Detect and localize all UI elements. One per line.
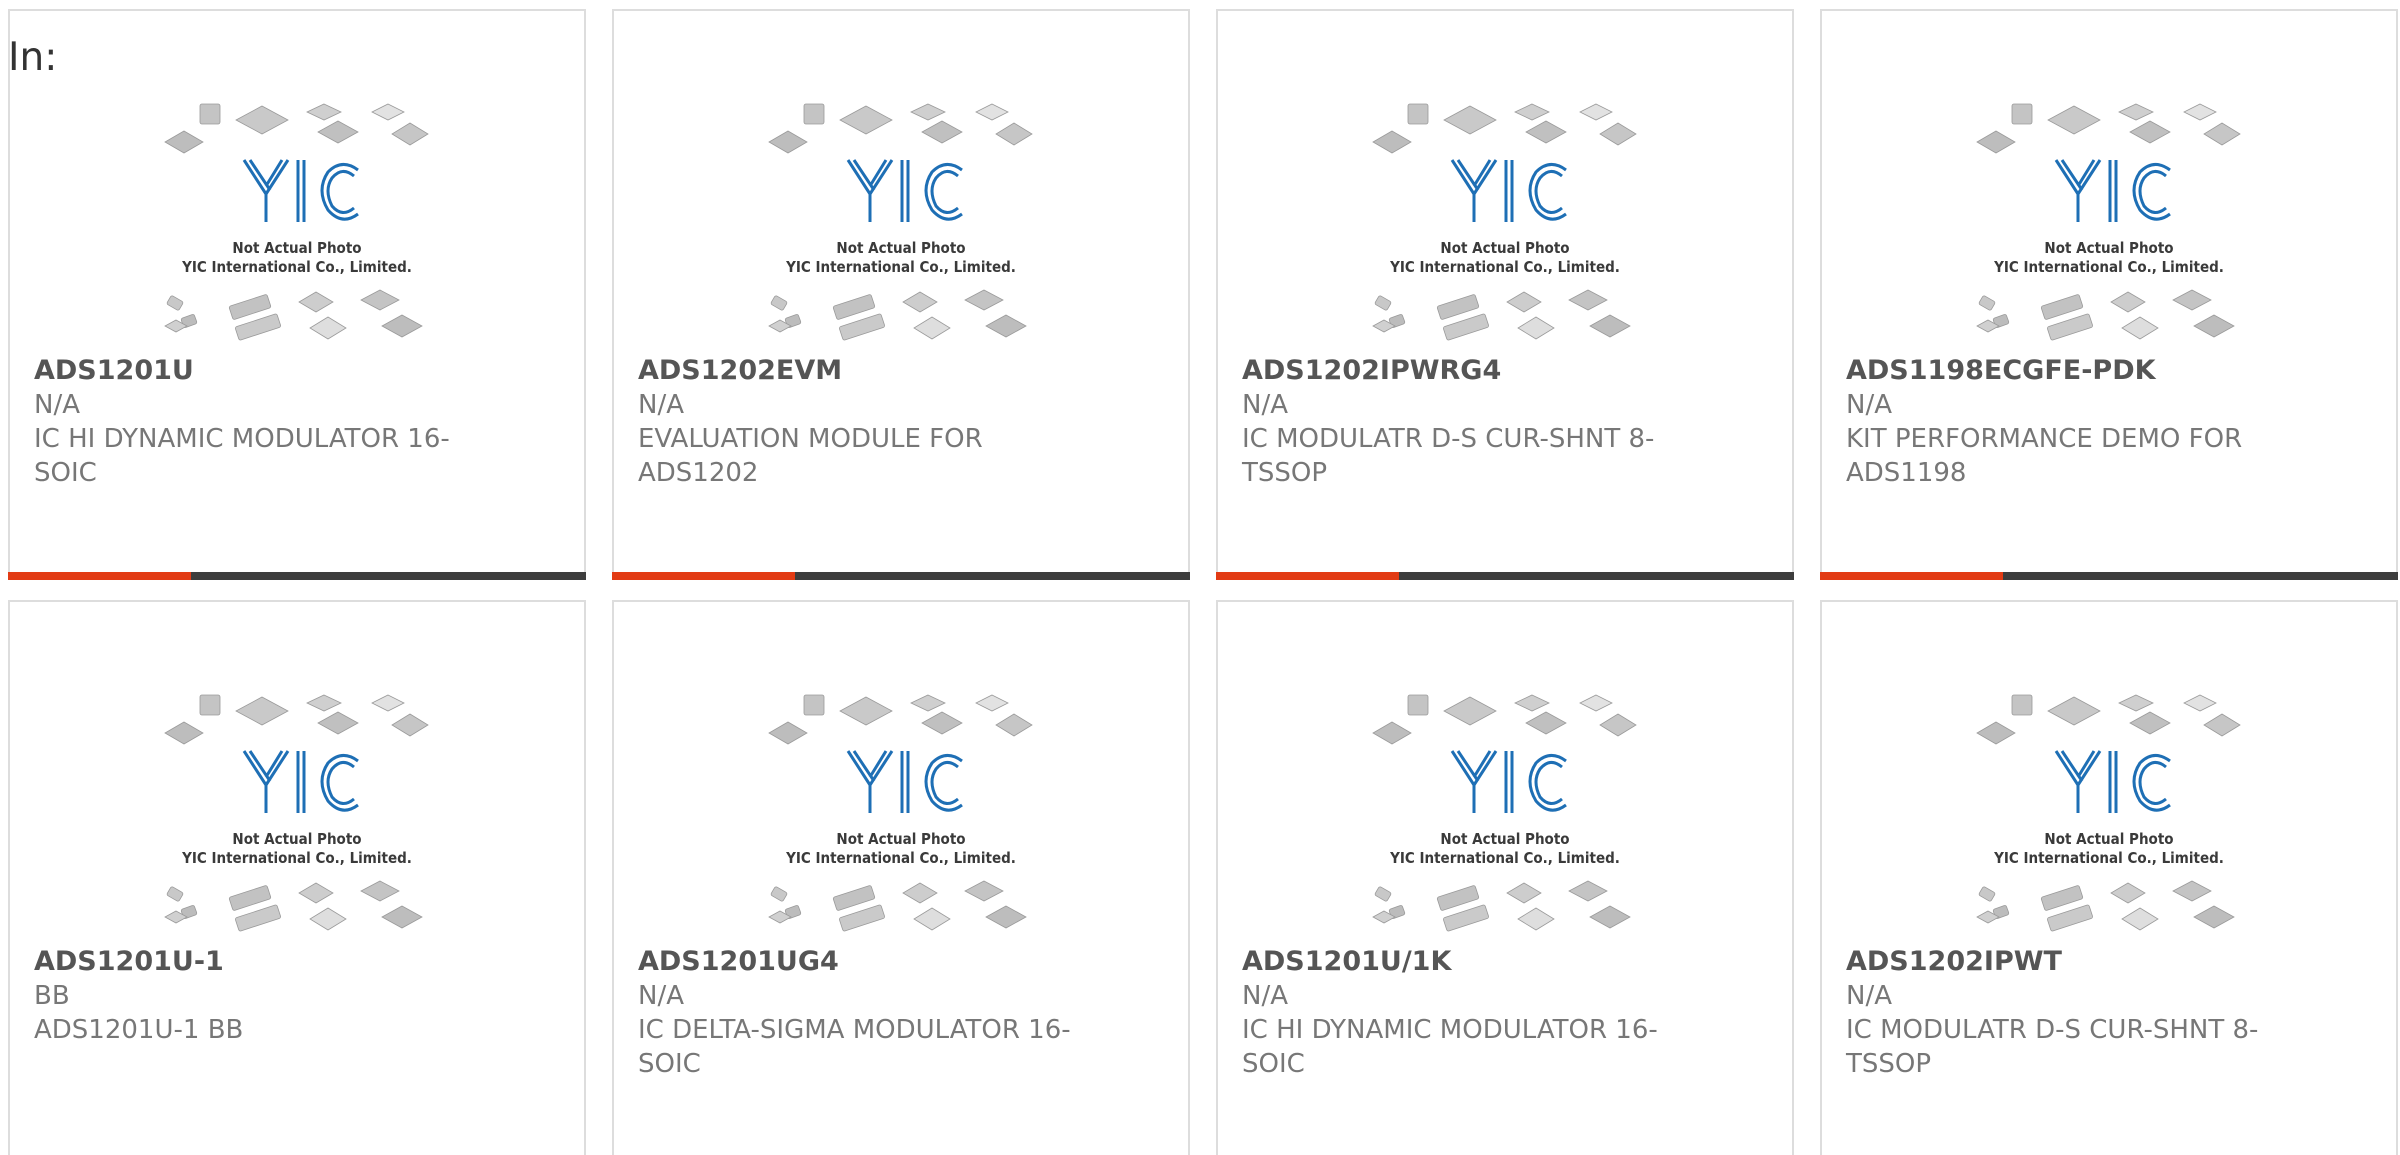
card-bottom-bar: [612, 572, 1190, 580]
chip-icons-bottom: [1372, 289, 1631, 341]
yic-logo: [846, 750, 963, 813]
chip-icons-bottom: [1976, 289, 2235, 341]
svg-text:Not Actual Photo: Not Actual Photo: [232, 830, 361, 848]
chip-icons-top: [164, 103, 429, 154]
card-accent-bar: [612, 572, 795, 580]
chip-icons-bottom: [1976, 880, 2235, 932]
product-manufacturer: N/A: [1242, 981, 1288, 1011]
product-card[interactable]: Not Actual Photo YIC International Co., …: [612, 9, 1190, 580]
product-description: EVALUATION MODULE FOR ADS1202: [638, 424, 983, 488]
yic-logo: [242, 159, 359, 222]
svg-text:Not Actual Photo: Not Actual Photo: [232, 239, 361, 257]
yic-logo: [242, 750, 359, 813]
chip-icons-top: [1372, 103, 1637, 154]
product-placeholder-image: Not Actual Photo YIC International Co., …: [768, 103, 1033, 341]
product-manufacturer: N/A: [638, 390, 684, 420]
filter-in-label: In:: [8, 35, 58, 80]
card-accent-bar: [8, 572, 191, 580]
svg-text:YIC International Co., Limited: YIC International Co., Limited.: [785, 849, 1016, 867]
chip-icons-top: [1976, 694, 2241, 745]
svg-text:Not Actual Photo: Not Actual Photo: [1440, 830, 1569, 848]
card-accent-bar: [1216, 572, 1399, 580]
product-manufacturer: BB: [34, 981, 70, 1011]
chip-icons-bottom: [164, 880, 423, 932]
product-placeholder-image: Not Actual Photo YIC International Co., …: [164, 694, 429, 932]
chip-icons-top: [164, 694, 429, 745]
product-card[interactable]: Not Actual Photo YIC International Co., …: [1216, 9, 1794, 580]
yic-logo: [846, 159, 963, 222]
chip-icons-top: [768, 694, 1033, 745]
svg-text:YIC International Co., Limited: YIC International Co., Limited.: [1389, 258, 1620, 276]
chip-icons-top: [1976, 103, 2241, 154]
card-bottom-bar: [8, 572, 586, 580]
svg-text:YIC International Co., Limited: YIC International Co., Limited.: [1993, 849, 2224, 867]
product-placeholder-image: Not Actual Photo YIC International Co., …: [164, 103, 429, 341]
product-description: ADS1201U-1 BB: [34, 1015, 244, 1045]
product-part-number[interactable]: ADS1201U/1K: [1242, 945, 1682, 979]
product-description: KIT PERFORMANCE DEMO FOR ADS1198: [1846, 424, 2243, 488]
chip-icons-top: [1372, 694, 1637, 745]
svg-text:Not Actual Photo: Not Actual Photo: [2044, 830, 2173, 848]
product-description: IC HI DYNAMIC MODULATOR 16-SOIC: [1242, 1015, 1658, 1079]
product-part-number[interactable]: ADS1201U-1: [34, 945, 474, 979]
svg-text:Not Actual Photo: Not Actual Photo: [2044, 239, 2173, 257]
product-part-number[interactable]: ADS1202IPWT: [1846, 945, 2286, 979]
product-card[interactable]: Not Actual Photo YIC International Co., …: [8, 600, 586, 1155]
product-part-number[interactable]: ADS1202EVM: [638, 354, 1078, 388]
product-part-number[interactable]: ADS1198ECGFE-PDK: [1846, 354, 2286, 388]
yic-logo: [1450, 750, 1567, 813]
product-placeholder-image: Not Actual Photo YIC International Co., …: [1372, 694, 1637, 932]
product-manufacturer: N/A: [1846, 981, 1892, 1011]
product-part-number[interactable]: ADS1201U: [34, 354, 474, 388]
product-card[interactable]: Not Actual Photo YIC International Co., …: [612, 600, 1190, 1155]
product-card[interactable]: Not Actual Photo YIC International Co., …: [1820, 600, 2398, 1155]
product-manufacturer: N/A: [34, 390, 80, 420]
chip-icons-top: [768, 103, 1033, 154]
card-bottom-bar: [1216, 572, 1794, 580]
svg-text:Not Actual Photo: Not Actual Photo: [836, 830, 965, 848]
product-manufacturer: N/A: [1846, 390, 1892, 420]
svg-text:YIC International Co., Limited: YIC International Co., Limited.: [181, 849, 412, 867]
svg-text:YIC International Co., Limited: YIC International Co., Limited.: [1993, 258, 2224, 276]
product-card[interactable]: Not Actual Photo YIC International Co., …: [8, 9, 586, 580]
svg-text:Not Actual Photo: Not Actual Photo: [1440, 239, 1569, 257]
product-placeholder-image: Not Actual Photo YIC International Co., …: [768, 694, 1033, 932]
svg-text:YIC International Co., Limited: YIC International Co., Limited.: [181, 258, 412, 276]
chip-icons-bottom: [768, 880, 1027, 932]
svg-text:YIC International Co., Limited: YIC International Co., Limited.: [1389, 849, 1620, 867]
product-manufacturer: N/A: [1242, 390, 1288, 420]
svg-text:YIC International Co., Limited: YIC International Co., Limited.: [785, 258, 1016, 276]
chip-icons-bottom: [164, 289, 423, 341]
card-bottom-bar: [1820, 572, 2398, 580]
product-manufacturer: N/A: [638, 981, 684, 1011]
product-placeholder-image: Not Actual Photo YIC International Co., …: [1372, 103, 1637, 341]
product-description: IC MODULATR D-S CUR-SHNT 8-TSSOP: [1242, 424, 1655, 488]
product-card[interactable]: Not Actual Photo YIC International Co., …: [1820, 9, 2398, 580]
product-part-number[interactable]: ADS1201UG4: [638, 945, 1078, 979]
product-description: IC DELTA-SIGMA MODULATOR 16-SOIC: [638, 1015, 1071, 1079]
card-accent-bar: [1820, 572, 2003, 580]
product-description: IC HI DYNAMIC MODULATOR 16-SOIC: [34, 424, 450, 488]
product-grid-page: In: Not Actual Photo YIC International C…: [0, 0, 2400, 1155]
product-placeholder-image: Not Actual Photo YIC International Co., …: [1976, 103, 2241, 341]
yic-logo: [2054, 750, 2171, 813]
product-description: IC MODULATR D-S CUR-SHNT 8-TSSOP: [1846, 1015, 2259, 1079]
svg-text:Not Actual Photo: Not Actual Photo: [836, 239, 965, 257]
product-part-number[interactable]: ADS1202IPWRG4: [1242, 354, 1682, 388]
product-card[interactable]: Not Actual Photo YIC International Co., …: [1216, 600, 1794, 1155]
chip-icons-bottom: [1372, 880, 1631, 932]
chip-icons-bottom: [768, 289, 1027, 341]
yic-logo: [1450, 159, 1567, 222]
product-placeholder-image: Not Actual Photo YIC International Co., …: [1976, 694, 2241, 932]
yic-logo: [2054, 159, 2171, 222]
